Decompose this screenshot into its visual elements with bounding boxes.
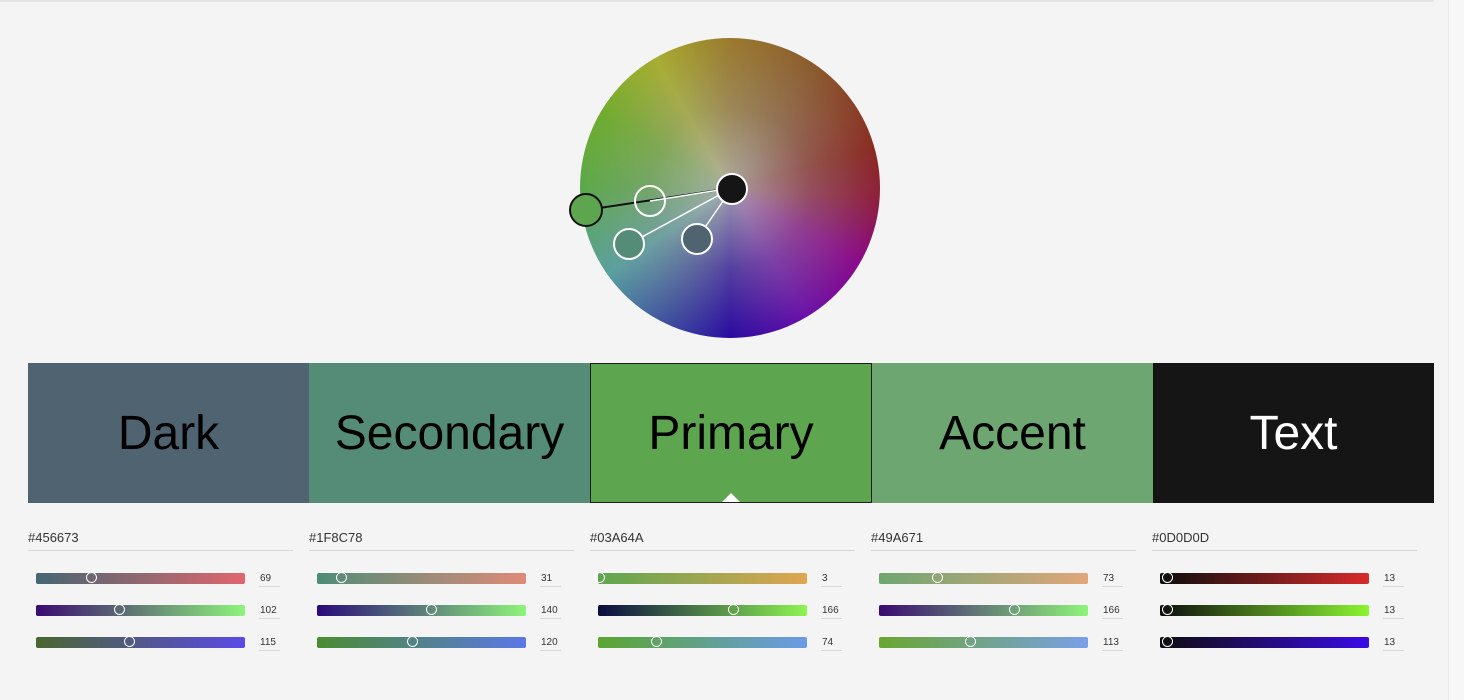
hex-value: #03A64A <box>590 530 644 545</box>
swatch-dark[interactable]: Dark <box>28 363 309 503</box>
text-handle[interactable] <box>716 173 748 205</box>
slider-track[interactable] <box>598 636 807 648</box>
slider-track[interactable] <box>598 604 807 616</box>
channel-value-field[interactable]: 3 <box>821 572 842 587</box>
channel-value-field[interactable]: 140 <box>540 604 561 619</box>
swatch-label: Accent <box>939 406 1086 460</box>
swatch-label: Secondary <box>334 406 565 460</box>
channel-value-field[interactable]: 102 <box>259 604 280 619</box>
slider-thumb[interactable] <box>1162 604 1174 615</box>
hex-value: #1F8C78 <box>309 530 363 545</box>
hex-field[interactable]: #49A671 <box>871 528 1136 551</box>
slider-thumb[interactable] <box>650 636 662 647</box>
slider-thumb[interactable] <box>964 636 976 647</box>
channel-slider-3: 13 <box>1160 636 1405 651</box>
color-swatch-row: Dark Secondary Primary Accent Text <box>28 363 1434 503</box>
scrollbar[interactable] <box>1448 0 1464 700</box>
color-panel-secondary: #1F8C78 31 140 120 <box>309 528 574 651</box>
slider-thumb[interactable] <box>407 636 419 647</box>
color-panel-primary: #03A64A 3 166 74 <box>590 528 855 651</box>
swatch-label: Dark <box>117 406 220 460</box>
channel-value-field[interactable]: 13 <box>1383 604 1404 619</box>
swatch-label: Text <box>1249 406 1338 460</box>
channel-value-field[interactable]: 31 <box>540 572 561 587</box>
slider-thumb[interactable] <box>124 636 136 647</box>
channel-slider-1: 13 <box>1160 572 1405 587</box>
slider-track[interactable] <box>317 604 526 616</box>
secondary-handle[interactable] <box>613 228 645 260</box>
slider-track[interactable] <box>36 572 245 584</box>
color-wheel[interactable] <box>569 38 880 338</box>
slider-track[interactable] <box>36 604 245 616</box>
channel-slider-2: 166 <box>879 604 1124 619</box>
channel-value-field[interactable]: 13 <box>1383 636 1404 651</box>
hex-field[interactable]: #0D0D0D <box>1152 528 1417 551</box>
channel-value-field[interactable]: 115 <box>259 636 280 651</box>
slider-track[interactable] <box>1160 636 1369 648</box>
color-panel-dark: #456673 69 102 115 <box>28 528 293 651</box>
selected-indicator-icon <box>722 493 740 502</box>
channel-value-field[interactable]: 120 <box>540 636 561 651</box>
swatch-text[interactable]: Text <box>1153 363 1434 503</box>
color-panel-accent: #49A671 73 166 113 <box>871 528 1136 651</box>
slider-thumb[interactable] <box>336 572 348 583</box>
channel-slider-3: 120 <box>317 636 562 651</box>
channel-slider-2: 13 <box>1160 604 1405 619</box>
slider-track[interactable] <box>1160 604 1369 616</box>
slider-track[interactable] <box>594 572 807 584</box>
hex-field[interactable]: #1F8C78 <box>309 528 574 551</box>
slider-thumb[interactable] <box>594 572 606 583</box>
channel-slider-2: 166 <box>598 604 843 619</box>
slider-thumb[interactable] <box>727 604 739 615</box>
slider-thumb[interactable] <box>1008 604 1020 615</box>
channel-slider-1: 73 <box>879 572 1124 587</box>
slider-thumb[interactable] <box>425 604 437 615</box>
hex-value: #456673 <box>28 530 79 545</box>
slider-thumb[interactable] <box>931 572 943 583</box>
swatch-label: Primary <box>648 406 814 460</box>
channel-value-field[interactable]: 166 <box>1102 604 1123 619</box>
slider-thumb[interactable] <box>86 572 98 583</box>
top-divider <box>0 0 1434 2</box>
slider-track[interactable] <box>879 636 1088 648</box>
channel-value-field[interactable]: 74 <box>821 636 842 651</box>
channel-slider-1: 69 <box>36 572 281 587</box>
color-wheel-overlay <box>569 173 748 260</box>
color-panel-text: #0D0D0D 13 13 13 <box>1152 528 1417 651</box>
hex-field[interactable]: #456673 <box>28 528 293 551</box>
channel-slider-2: 140 <box>317 604 562 619</box>
slider-track[interactable] <box>317 572 526 584</box>
channel-value-field[interactable]: 73 <box>1102 572 1123 587</box>
channel-slider-2: 102 <box>36 604 281 619</box>
dark-handle[interactable] <box>681 223 713 255</box>
slider-thumb[interactable] <box>1162 636 1174 647</box>
channel-slider-3: 115 <box>36 636 281 651</box>
hex-field[interactable]: #03A64A <box>590 528 855 551</box>
swatch-accent[interactable]: Accent <box>872 363 1153 503</box>
channel-value-field[interactable]: 113 <box>1102 636 1123 651</box>
slider-thumb[interactable] <box>1162 572 1174 583</box>
hex-value: #49A671 <box>871 530 924 545</box>
channel-value-field[interactable]: 13 <box>1383 572 1404 587</box>
slider-track[interactable] <box>1160 572 1369 584</box>
channel-slider-1: 3 <box>594 572 843 587</box>
slider-track[interactable] <box>879 572 1088 584</box>
color-controls: #456673 69 102 115 #1F8C78 31 140 120 #03A64A 3 16… <box>28 528 1434 658</box>
swatch-primary[interactable]: Primary <box>590 363 872 503</box>
primary-handle[interactable] <box>569 193 603 227</box>
hex-value: #0D0D0D <box>1152 530 1210 545</box>
channel-slider-1: 31 <box>317 572 562 587</box>
channel-slider-3: 74 <box>598 636 843 651</box>
swatch-secondary[interactable]: Secondary <box>309 363 590 503</box>
channel-value-field[interactable]: 69 <box>259 572 280 587</box>
slider-track[interactable] <box>36 636 245 648</box>
channel-slider-3: 113 <box>879 636 1124 651</box>
slider-thumb[interactable] <box>113 604 125 615</box>
channel-value-field[interactable]: 166 <box>821 604 842 619</box>
slider-track[interactable] <box>317 636 526 648</box>
slider-track[interactable] <box>879 604 1088 616</box>
